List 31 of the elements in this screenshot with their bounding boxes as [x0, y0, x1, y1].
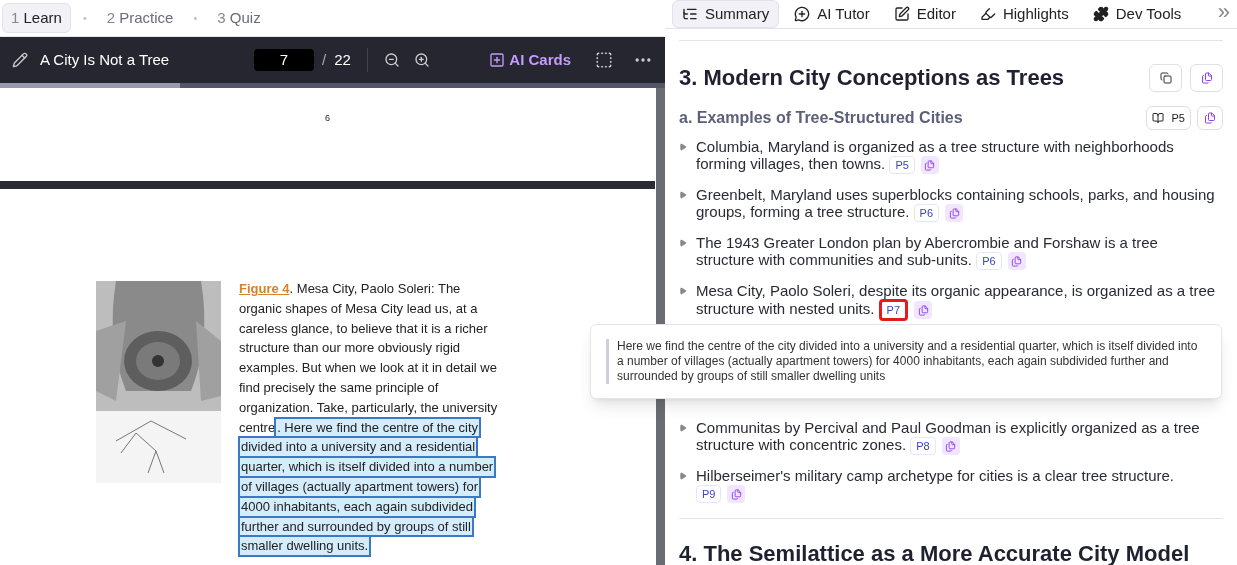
- highlighted-text: 4000 inhabitants, each again subdivided: [239, 496, 475, 517]
- highlighted-text: . Here we find the centre of the city: [275, 417, 481, 438]
- summary-point: Communitas by Percival and Paul Goodman is explicitly organized as a tree structure with concentric zones. P8: [696, 419, 1201, 456]
- subsection-heading: a. Examples of Tree-Structured Cities: [679, 108, 964, 128]
- summary-point: Greenbelt, Maryland uses superblocks containing schools, parks, and housing groups, forming a tree structure. P6: [696, 186, 1216, 223]
- summary-point: The 1943 Greater London plan by Abercrombie and Forshaw is a tree structure with communities and sub-units. P6: [696, 234, 1159, 271]
- page-separator: /: [322, 49, 327, 70]
- caption-text: find precisely the same principle of: [239, 379, 439, 397]
- caption-text: . Mesa City, Paolo Soleri: The: [289, 280, 461, 298]
- page-number: 6: [325, 112, 330, 124]
- highlighted-text: of villages (actually apartment towers) for: [239, 476, 480, 497]
- caption-text: structure than our more obviously rigid: [239, 339, 461, 358]
- step-separator: •: [81, 10, 88, 26]
- summary-point: Hilberseimer's military camp archetype for cities is a clear tree structure. P9: [696, 467, 1223, 504]
- caption-text: careless glance, to believe that it is a richer: [239, 319, 488, 338]
- caption-text: organic shapes of Mesa City lead us, at a: [239, 299, 478, 318]
- summary-point: Columbia, Maryland is organized as a tree structure with neighborhoods forming villages, then towns. P5: [696, 138, 1223, 175]
- caption-text: organization. Take, particularly, the university: [239, 398, 498, 417]
- highlighted-text: further and surrounded by groups of still: [239, 516, 473, 537]
- highlighted-text: quarter, which is itself divided into a number: [239, 457, 496, 477]
- quote-text: Here we find the centre of the city divided into a university and a residential quarter, which is itself divided into a number of villages (actually apartment towers) for 4000 inhabitants, each again subdivided further and surrounded by groups of still smaller dwelling units: [617, 339, 1199, 384]
- step-separator: •: [192, 10, 199, 26]
- highlighted-text: smaller dwelling units.: [239, 536, 371, 557]
- document-title: A City Is Not a Tree: [40, 49, 171, 70]
- caption-text: centre: [239, 418, 276, 437]
- caption-text: examples. But when we look at it in detail we: [239, 359, 497, 378]
- section-heading: 4. The Semilattice as a More Accurate City Model: [679, 540, 1191, 565]
- page-total: 22: [334, 49, 351, 70]
- highlighted-text: divided into a university and a residential: [239, 437, 478, 458]
- summary-point: Mesa City, Paolo Soleri, despite its organic appearance, is organized as a tree structure with nested units. P7: [696, 282, 1223, 322]
- section-heading: 3. Modern City Conceptions as Trees: [679, 64, 1066, 92]
